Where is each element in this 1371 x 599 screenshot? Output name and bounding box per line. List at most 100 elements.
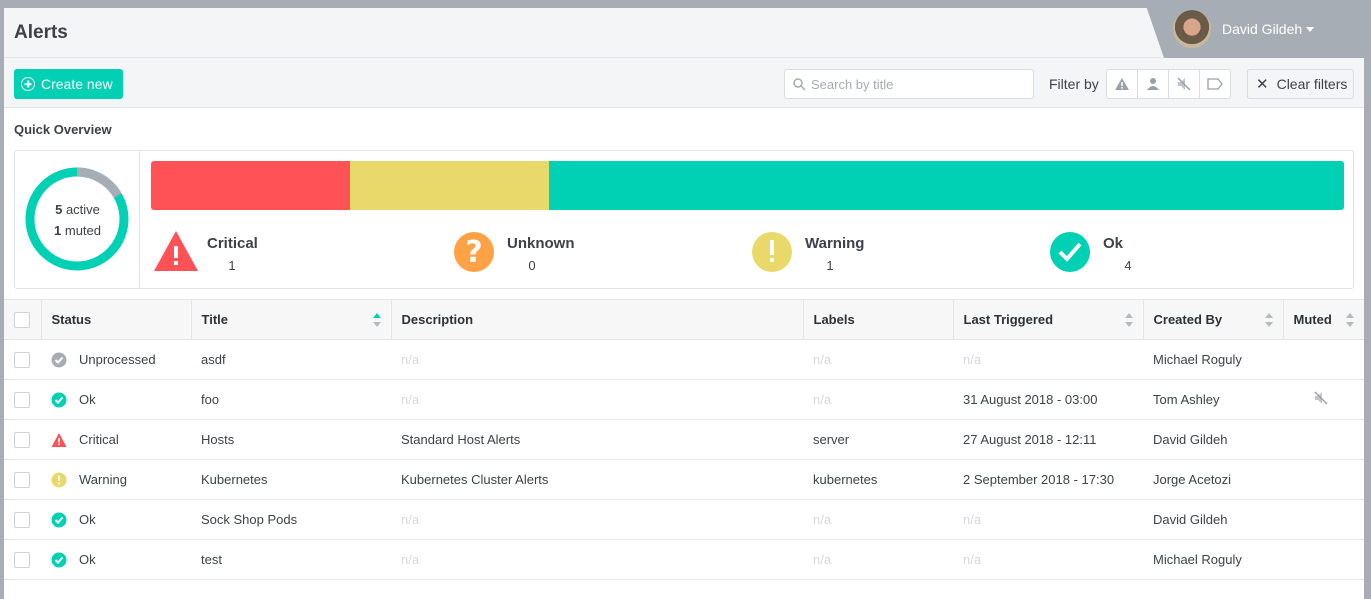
muted-cell bbox=[1283, 419, 1364, 460]
row-checkbox[interactable] bbox=[14, 391, 30, 408]
muted-cell bbox=[1283, 459, 1364, 500]
table-row[interactable]: Warning Kubernetes Kubernetes Cluster Ale… bbox=[4, 459, 1364, 500]
search-placeholder: Search by title bbox=[811, 76, 894, 92]
last-triggered-cell: n/a bbox=[953, 339, 1143, 380]
row-checkbox[interactable] bbox=[14, 351, 30, 368]
last-triggered-cell: 2 September 2018 - 17:30 bbox=[953, 459, 1143, 500]
muted-icon bbox=[1177, 77, 1191, 91]
quick-overview-title: Quick Overview bbox=[14, 122, 112, 137]
legend-label: Critical bbox=[207, 235, 258, 252]
unprocessed-icon bbox=[51, 352, 67, 367]
filter-group bbox=[1106, 69, 1231, 99]
alerts-table: Status Title Description Labels Last Tri… bbox=[4, 299, 1364, 580]
description-cell: Kubernetes Cluster Alerts bbox=[391, 459, 803, 500]
bar-segment-ok bbox=[548, 161, 1344, 210]
status-distribution-bar bbox=[151, 161, 1344, 210]
clear-filters-button[interactable]: ✕ Clear filters bbox=[1247, 69, 1354, 99]
col-last-triggered[interactable]: Last Triggered bbox=[953, 299, 1144, 340]
plus-circle-icon bbox=[21, 77, 35, 91]
description-cell: n/a bbox=[391, 499, 803, 540]
legend-unknown[interactable]: ? Unknown 0 bbox=[453, 229, 575, 275]
warning-icon bbox=[51, 472, 67, 487]
page-header: Alerts David Gildeh bbox=[4, 0, 1371, 58]
labels-cell: server bbox=[803, 419, 953, 460]
col-created-by[interactable]: Created By bbox=[1143, 299, 1284, 340]
status-label: Unprocessed bbox=[79, 352, 156, 367]
table-row[interactable]: Critical Hosts Standard Host Alerts server… bbox=[4, 419, 1364, 460]
created-by-cell: David Gildeh bbox=[1143, 499, 1283, 540]
clear-filters-label: Clear filters bbox=[1276, 76, 1348, 92]
legend-critical[interactable]: Critical 1 bbox=[153, 229, 258, 275]
legend-warning[interactable]: Warning 1 bbox=[751, 229, 864, 275]
filter-label: Filter by bbox=[1049, 76, 1099, 92]
user-icon bbox=[1147, 78, 1159, 90]
table-row[interactable]: Ok Sock Shop Pods n/a n/a n/a David Gildeh bbox=[4, 499, 1364, 540]
ok-icon bbox=[51, 392, 67, 407]
row-checkbox[interactable] bbox=[14, 511, 30, 528]
chevron-down-icon[interactable] bbox=[1306, 27, 1314, 36]
bar-segment-critical bbox=[151, 161, 350, 210]
muted-cell bbox=[1283, 379, 1364, 420]
col-title[interactable]: Title bbox=[191, 299, 392, 340]
row-checkbox[interactable] bbox=[14, 551, 30, 568]
filter-user-button[interactable] bbox=[1138, 70, 1169, 98]
sort-icon[interactable] bbox=[372, 313, 381, 327]
sort-icon[interactable] bbox=[1346, 313, 1354, 327]
critical-icon bbox=[154, 231, 198, 271]
last-triggered-cell: n/a bbox=[953, 499, 1143, 540]
col-description: Description bbox=[391, 299, 804, 340]
legend-count: 1 bbox=[228, 258, 236, 273]
select-all-checkbox[interactable] bbox=[14, 311, 30, 328]
sort-icon[interactable] bbox=[1124, 313, 1133, 327]
status-cell: Critical bbox=[41, 419, 191, 460]
legend-label: Ok bbox=[1103, 235, 1124, 252]
select-cell bbox=[4, 499, 41, 540]
created-by-cell: Michael Roguly bbox=[1143, 539, 1283, 580]
description-cell: n/a bbox=[391, 379, 803, 420]
last-triggered-cell: 27 August 2018 - 12:11 bbox=[953, 419, 1143, 460]
bar-segment-warning bbox=[349, 161, 549, 210]
select-all-cell bbox=[4, 299, 42, 340]
avatar[interactable] bbox=[1173, 10, 1211, 48]
quick-overview-panel: 5 active 1 muted Critical 1 ? Unknown 0 Wa… bbox=[14, 150, 1354, 289]
status-cell: Ok bbox=[41, 539, 191, 580]
table-row[interactable]: Ok test n/a n/a n/a Michael Roguly bbox=[4, 539, 1364, 580]
alerts-page: Alerts David Gildeh Create new Search by… bbox=[4, 0, 1371, 599]
table-row[interactable]: Unprocessed asdf n/a n/a n/a Michael Roguly bbox=[4, 339, 1364, 380]
label-icon bbox=[1207, 78, 1223, 90]
critical-icon bbox=[51, 432, 67, 447]
title-cell: Sock Shop Pods bbox=[191, 499, 391, 540]
title-cell: foo bbox=[191, 379, 391, 420]
status-label: Ok bbox=[79, 512, 96, 527]
description-cell: Standard Host Alerts bbox=[391, 419, 803, 460]
created-by-cell: Jorge Acetozi bbox=[1143, 459, 1283, 500]
legend-count: 0 bbox=[528, 258, 536, 273]
table-row[interactable]: Ok foo n/a n/a 31 August 2018 - 03:00 Tom As… bbox=[4, 379, 1364, 420]
muted-count-text: 1 muted bbox=[54, 223, 101, 238]
search-input[interactable]: Search by title bbox=[784, 69, 1034, 99]
toolbar: Create new Search by title Filter by ✕ Cl… bbox=[4, 58, 1364, 108]
sort-icon[interactable] bbox=[1264, 313, 1273, 327]
filter-muted-button[interactable] bbox=[1169, 70, 1200, 98]
select-cell bbox=[4, 539, 41, 580]
create-new-button[interactable]: Create new bbox=[14, 69, 123, 99]
col-status: Status bbox=[41, 299, 192, 340]
status-cell: Unprocessed bbox=[41, 339, 191, 380]
user-name[interactable]: David Gildeh bbox=[1222, 21, 1302, 37]
exclamation-icon bbox=[752, 232, 792, 272]
row-checkbox[interactable] bbox=[14, 471, 30, 488]
title-cell: test bbox=[191, 539, 391, 580]
legend-label: Unknown bbox=[507, 235, 575, 252]
active-count-text: 5 active bbox=[55, 202, 100, 217]
status-cell: Ok bbox=[41, 499, 191, 540]
filter-label-button[interactable] bbox=[1200, 70, 1230, 98]
select-cell bbox=[4, 379, 41, 420]
filter-status-button[interactable] bbox=[1107, 70, 1138, 98]
row-checkbox[interactable] bbox=[14, 431, 30, 448]
muted-icon bbox=[1314, 391, 1328, 405]
legend-ok[interactable]: Ok 4 bbox=[1049, 229, 1153, 275]
labels-cell: n/a bbox=[803, 499, 953, 540]
col-muted[interactable]: Muted bbox=[1283, 299, 1364, 340]
description-cell: n/a bbox=[391, 539, 803, 580]
question-icon: ? bbox=[454, 232, 494, 272]
